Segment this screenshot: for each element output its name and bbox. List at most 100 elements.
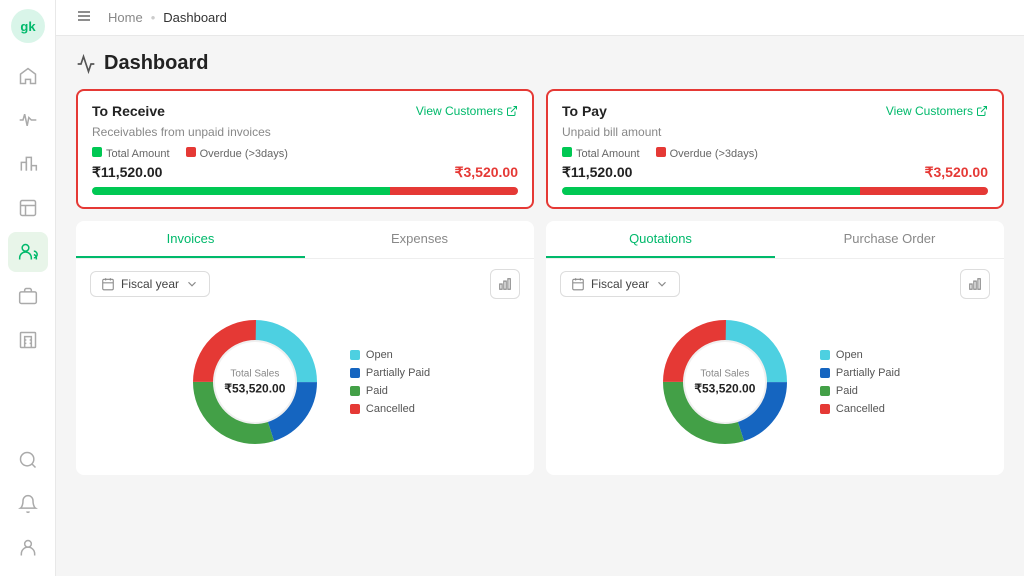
to-pay-header: To Pay View Customers <box>562 103 988 119</box>
tab-expenses[interactable]: Expenses <box>305 221 534 258</box>
quotations-donut-section: Total Sales ₹53,520.00 Open Part <box>560 307 990 465</box>
to-receive-total: ₹11,520.00 <box>92 164 162 181</box>
quotations-fiscal-year-button[interactable]: Fiscal year <box>560 271 680 297</box>
sidebar-item-chart[interactable] <box>8 144 48 184</box>
to-receive-card: To Receive View Customers Receivables fr… <box>76 89 534 209</box>
to-pay-legends: Total Amount Overdue (>3days) <box>562 147 988 160</box>
sidebar-item-profile[interactable] <box>8 528 48 568</box>
q-legend-cancelled-dot <box>820 404 830 414</box>
to-pay-total: ₹11,520.00 <box>562 164 632 181</box>
overdue-legend-dot <box>186 147 196 157</box>
to-pay-amounts: ₹11,520.00 ₹3,520.00 <box>562 164 988 181</box>
chevron-down-icon-2 <box>655 277 669 291</box>
breadcrumb-current: Dashboard <box>163 10 227 25</box>
to-pay-title: To Pay <box>562 103 607 119</box>
to-pay-card: To Pay View Customers Unpaid bill amount… <box>546 89 1004 209</box>
to-receive-subtitle: Receivables from unpaid invoices <box>92 125 518 139</box>
legend-partially-paid: Partially Paid <box>350 367 430 379</box>
breadcrumb-home[interactable]: Home <box>108 10 143 25</box>
sidebar-item-home[interactable] <box>8 56 48 96</box>
overdue-legend-dot-2 <box>656 147 666 157</box>
legend-paid: Paid <box>350 385 430 397</box>
progress-green-bar-2 <box>562 187 860 195</box>
to-receive-view-link[interactable]: View Customers <box>416 104 518 118</box>
breadcrumb-separator: • <box>151 10 156 25</box>
topbar: Home • Dashboard <box>56 0 1024 36</box>
legend-cancelled-dot <box>350 404 360 414</box>
legend-partial-dot <box>350 368 360 378</box>
invoices-card-body: Fiscal year <box>76 259 534 475</box>
tab-purchase-order[interactable]: Purchase Order <box>775 221 1004 258</box>
legend-open-dot <box>350 350 360 360</box>
calendar-icon <box>101 277 115 291</box>
q-legend-open: Open <box>820 349 900 361</box>
page-title: Dashboard <box>76 52 1004 75</box>
q-legend-partial-dot <box>820 368 830 378</box>
total-legend-dot <box>92 147 102 157</box>
progress-red-bar <box>390 187 518 195</box>
bar-chart-icon <box>498 277 512 291</box>
menu-toggle[interactable] <box>76 8 92 27</box>
chart-cards-row: Invoices Expenses Fiscal year <box>76 221 1004 475</box>
svg-text:gk: gk <box>20 19 36 34</box>
quotations-chart-type-button[interactable] <box>960 269 990 299</box>
summary-cards-row: To Receive View Customers Receivables fr… <box>76 89 1004 209</box>
to-receive-amounts: ₹11,520.00 ₹3,520.00 <box>92 164 518 181</box>
quotations-donut-legend: Open Partially Paid Paid <box>820 349 900 415</box>
to-receive-title: To Receive <box>92 103 165 119</box>
quotations-card-body: Fiscal year <box>546 259 1004 475</box>
chevron-down-icon <box>185 277 199 291</box>
to-pay-progress <box>562 187 988 195</box>
external-link-icon-2 <box>976 105 988 117</box>
app-logo[interactable]: gk <box>10 8 46 44</box>
quotations-filter-row: Fiscal year <box>560 269 990 299</box>
legend-paid-dot <box>350 386 360 396</box>
quotations-donut: Total Sales ₹53,520.00 <box>650 307 800 457</box>
main-content: Home • Dashboard Dashboard To Receive Vi… <box>56 0 1024 576</box>
to-receive-overdue: ₹3,520.00 <box>455 164 518 181</box>
sidebar-item-briefcase[interactable] <box>8 276 48 316</box>
q-legend-partially-paid: Partially Paid <box>820 367 900 379</box>
invoices-donut: Total Sales ₹53,520.00 <box>180 307 330 457</box>
legend-open: Open <box>350 349 430 361</box>
calendar-icon-2 <box>571 277 585 291</box>
invoices-donut-section: Total Sales ₹53,520.00 Open Part <box>90 307 520 465</box>
to-receive-legends: Total Amount Overdue (>3days) <box>92 147 518 160</box>
sidebar: gk <box>0 0 56 576</box>
to-pay-view-link[interactable]: View Customers <box>886 104 988 118</box>
page-body: Dashboard To Receive View Customers Rece… <box>56 36 1024 576</box>
q-legend-open-dot <box>820 350 830 360</box>
to-pay-subtitle: Unpaid bill amount <box>562 125 988 139</box>
q-legend-cancelled: Cancelled <box>820 403 900 415</box>
sidebar-item-pulse[interactable] <box>8 100 48 140</box>
to-pay-overdue: ₹3,520.00 <box>925 164 988 181</box>
sidebar-item-bell[interactable] <box>8 484 48 524</box>
invoices-chart-card: Invoices Expenses Fiscal year <box>76 221 534 475</box>
invoices-chart-type-button[interactable] <box>490 269 520 299</box>
tab-quotations[interactable]: Quotations <box>546 221 775 258</box>
to-receive-header: To Receive View Customers <box>92 103 518 119</box>
invoices-donut-center: Total Sales ₹53,520.00 <box>224 369 285 396</box>
sidebar-item-search[interactable] <box>8 440 48 480</box>
quotations-chart-card: Quotations Purchase Order Fiscal year <box>546 221 1004 475</box>
sidebar-item-building[interactable] <box>8 320 48 360</box>
bar-chart-icon-2 <box>968 277 982 291</box>
quotations-donut-center: Total Sales ₹53,520.00 <box>694 369 755 396</box>
invoices-donut-legend: Open Partially Paid Paid <box>350 349 430 415</box>
q-legend-paid-dot <box>820 386 830 396</box>
progress-green-bar <box>92 187 390 195</box>
invoices-tabs: Invoices Expenses <box>76 221 534 259</box>
legend-cancelled: Cancelled <box>350 403 430 415</box>
quotations-tabs: Quotations Purchase Order <box>546 221 1004 259</box>
sidebar-item-users[interactable] <box>8 232 48 272</box>
external-link-icon <box>506 105 518 117</box>
progress-red-bar-2 <box>860 187 988 195</box>
to-receive-progress <box>92 187 518 195</box>
tab-invoices[interactable]: Invoices <box>76 221 305 258</box>
dashboard-icon <box>76 54 96 74</box>
invoices-fiscal-year-button[interactable]: Fiscal year <box>90 271 210 297</box>
total-legend-dot-2 <box>562 147 572 157</box>
q-legend-paid: Paid <box>820 385 900 397</box>
invoices-filter-row: Fiscal year <box>90 269 520 299</box>
sidebar-item-box[interactable] <box>8 188 48 228</box>
